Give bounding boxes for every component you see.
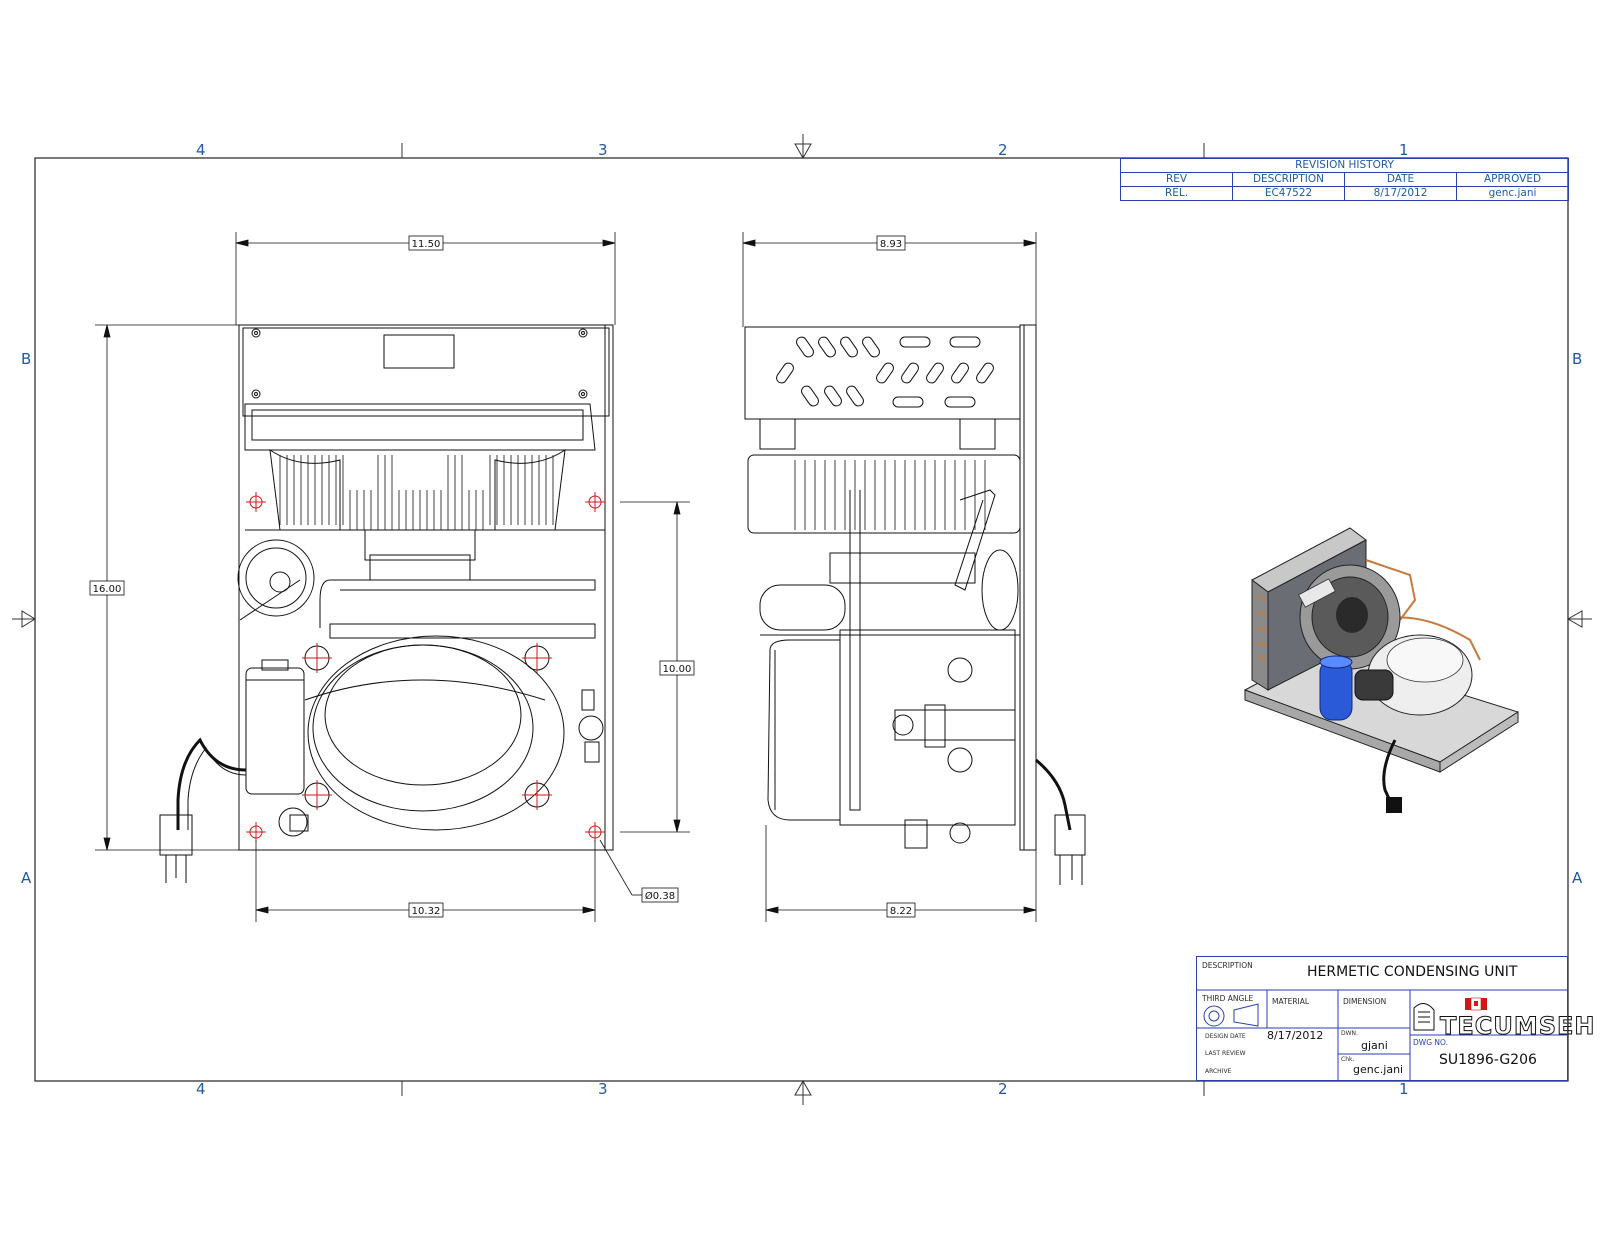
rev-header: REV [1120,172,1233,187]
revision-row: REL. EC47522 8/17/2012 genc.jani [1120,186,1569,201]
zone-row-a-left: A [21,869,32,887]
zone-col-1-top: 1 [1399,141,1409,159]
front-center-marks [246,492,605,842]
zone-col-4-bottom: 4 [196,1080,206,1098]
revision-history-title: REVISION HISTORY [1120,158,1569,173]
zone-col-3-top: 3 [598,141,608,159]
revision-history-table: REVISION HISTORY REV DESCRIPTION DATE AP… [1120,158,1569,201]
design-date-value: 8/17/2012 [1267,1029,1324,1042]
checked-label: Chk. [1341,1056,1355,1063]
rev-approved-header: APPROVED [1456,172,1569,187]
zone-col-1-bottom: 1 [1399,1080,1409,1098]
rev-approved-cell: genc.jani [1456,186,1569,201]
description-label: DESCRIPTION [1202,961,1253,970]
side-view [744,324,1086,885]
rev-description-header: DESCRIPTION [1232,172,1345,187]
zone-row-b-right: B [1572,350,1583,368]
dimension-label: DIMENSION [1343,997,1387,1006]
zone-col-3-bottom: 3 [598,1080,608,1098]
dim-side-width-top: 8.93 [880,239,902,250]
title-block: DESCRIPTION HERMETIC CONDENSING UNIT THI… [1196,956,1568,1081]
last-review-label: LAST REVIEW [1205,1050,1246,1057]
zone-col-2-bottom: 2 [998,1080,1008,1098]
rev-date-header: DATE [1344,172,1457,187]
dim-front-width-bottom: 10.32 [412,906,441,917]
third-angle-label: THIRD ANGLE [1202,994,1254,1003]
dwg-no-value: SU1896-G206 [1439,1052,1537,1068]
drawn-label: DWN. [1341,1030,1358,1037]
rev-description-cell: EC47522 [1232,186,1345,201]
rev-date-cell: 8/17/2012 [1344,186,1457,201]
dwg-no-label: DWG NO. [1413,1038,1448,1047]
design-date-label: DESIGN DATE [1205,1033,1246,1040]
dim-hole-diameter: Ø0.38 [645,890,675,902]
isometric-view [1243,527,1520,813]
material-label: MATERIAL [1272,997,1310,1006]
dim-side-width-bottom: 8.22 [890,906,912,917]
rev-cell: REL. [1120,186,1233,201]
dimension-lines [95,232,1037,922]
description-value: HERMETIC CONDENSING UNIT [1307,964,1518,980]
dim-front-width-top: 11.50 [412,239,441,250]
zone-col-4-top: 4 [196,141,206,159]
zone-row-a-right: A [1572,869,1583,887]
archive-label: ARCHIVE [1205,1068,1232,1075]
zone-row-b-left: B [21,350,32,368]
checked-value: genc.jani [1353,1063,1404,1076]
drawn-value: gjani [1361,1039,1388,1052]
dimension-label-boxes [89,235,916,918]
front-view [159,324,614,883]
dim-side-height: 10.00 [663,664,692,675]
zone-col-2-top: 2 [998,141,1008,159]
dim-front-height: 16.00 [93,584,122,595]
